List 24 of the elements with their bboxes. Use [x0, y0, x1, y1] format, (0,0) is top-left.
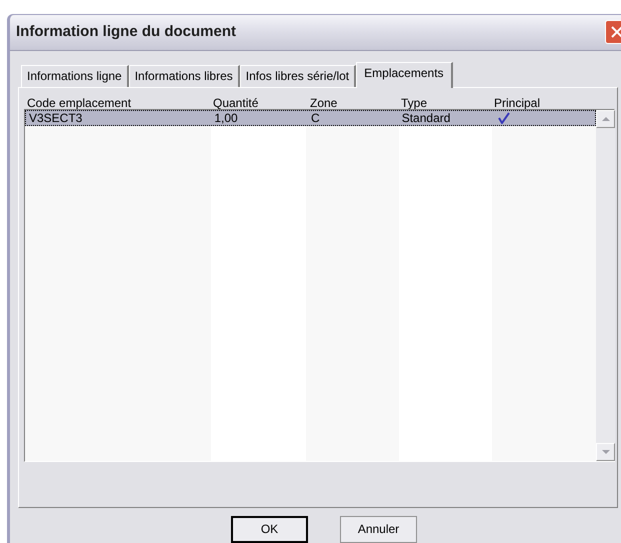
tab[interactable]: Informations libres [128, 64, 240, 87]
column-header[interactable]: Type [398, 94, 491, 109]
table-row[interactable]: V3SECT3 1,00 C Standard [25, 110, 596, 126]
tab[interactable]: Infos libres série/lot [240, 64, 356, 87]
scroll-up-button[interactable] [596, 110, 615, 128]
down-arrow-icon [602, 450, 610, 454]
dialog-button[interactable]: OK [231, 516, 308, 543]
table-cell-text: C [310, 110, 321, 125]
table-cell-text: 1,00 [213, 110, 239, 125]
table-cell-text: Standard [400, 110, 452, 125]
table-cell-text: V3SECT3 [28, 110, 84, 125]
window-title: Information ligne du document [16, 22, 236, 42]
tab[interactable]: Emplacements [356, 62, 453, 88]
scrollbar[interactable] [596, 110, 615, 461]
up-arrow-icon [602, 116, 610, 121]
close-button[interactable] [605, 20, 621, 44]
close-icon [611, 26, 621, 38]
tab[interactable]: Informations ligne [21, 64, 129, 87]
column-header[interactable]: Quantité [210, 94, 305, 109]
scroll-down-button[interactable] [596, 442, 615, 461]
column-header[interactable]: Code emplacement [24, 94, 210, 109]
column-header[interactable]: Zone [305, 94, 398, 109]
dialog-button[interactable]: Annuler [340, 516, 417, 543]
column-header[interactable]: Principal [491, 94, 595, 109]
